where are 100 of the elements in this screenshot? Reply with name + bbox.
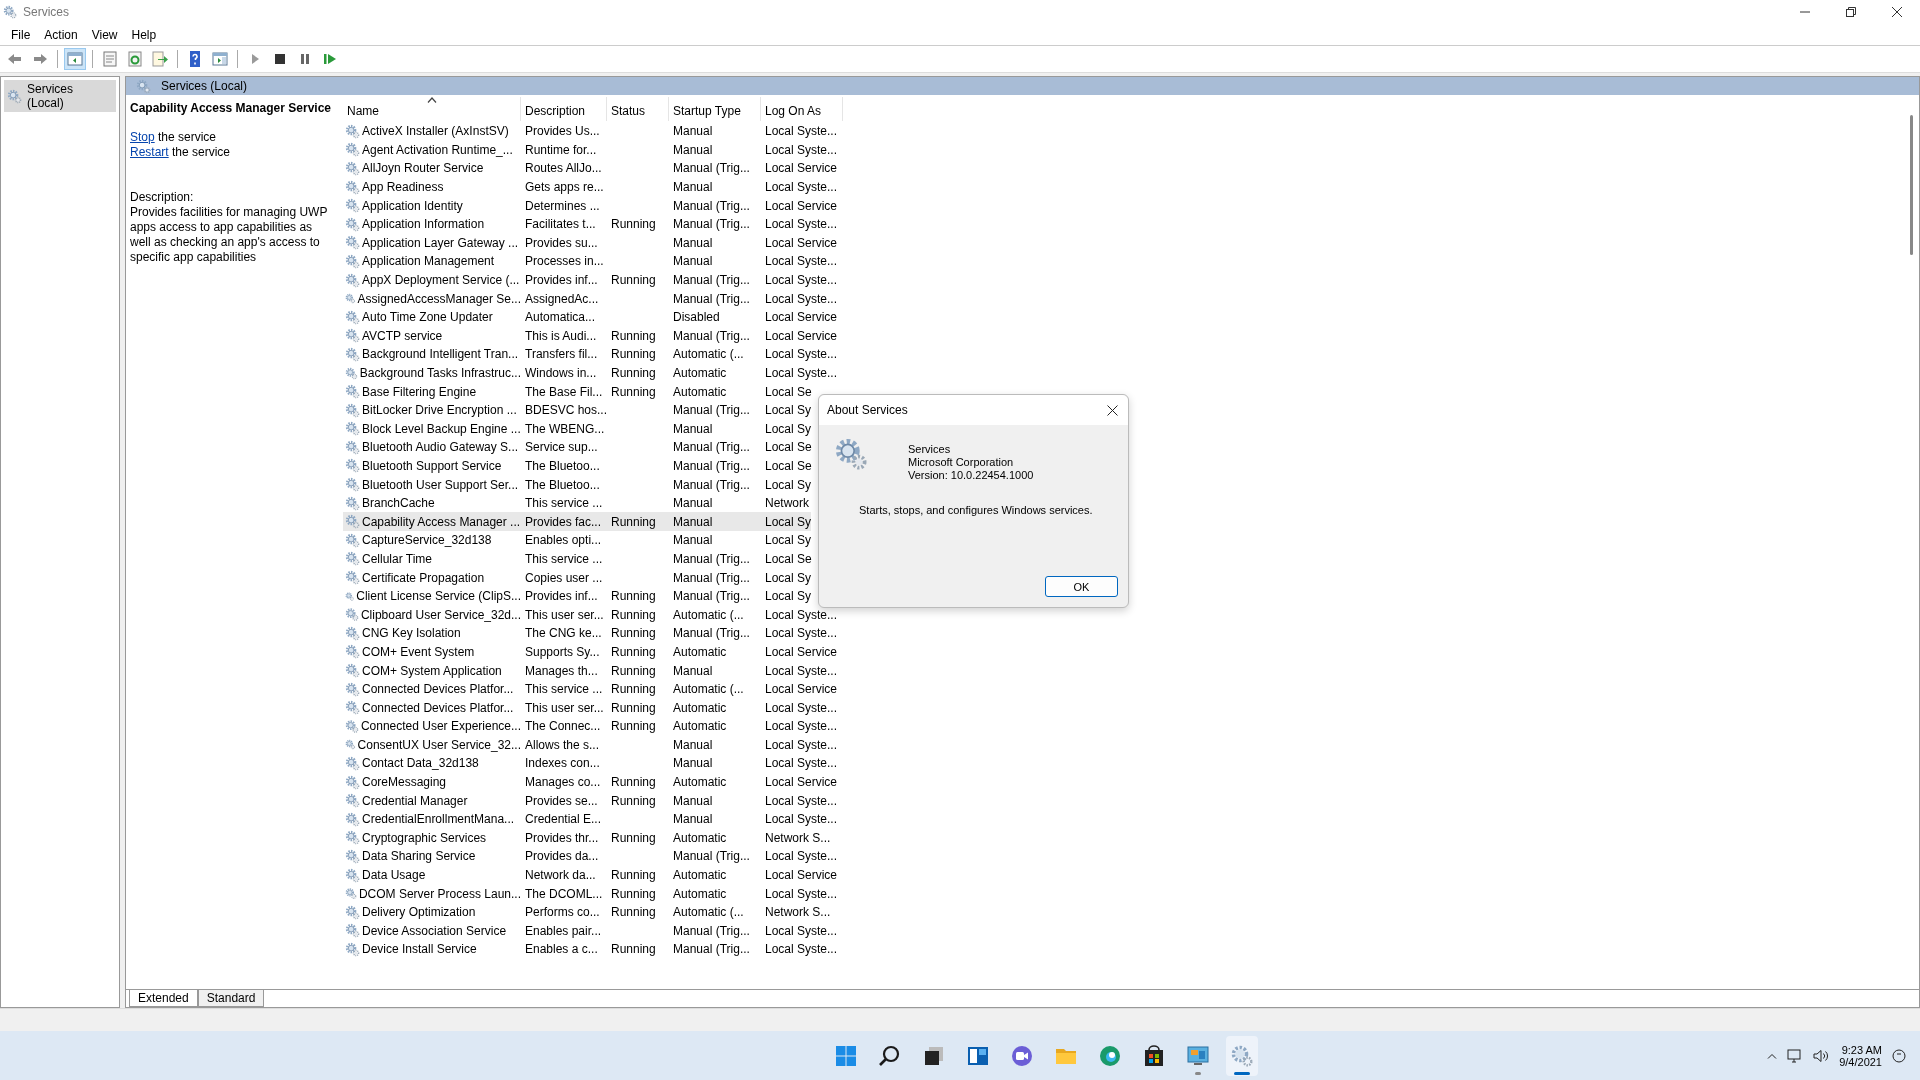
table-row[interactable]: Credential Manager Provides se... Running Manual Local Syste... xyxy=(343,791,838,810)
table-row[interactable]: CoreMessaging Manages co... Running Automatic Local Service xyxy=(343,772,838,792)
table-cell: Bluetooth Support Service xyxy=(362,459,502,473)
table-cell: Running xyxy=(611,217,656,232)
table-row[interactable]: COM+ System Application Manages th... Running Manual Local Syste... xyxy=(343,661,838,680)
volume-icon[interactable] xyxy=(1813,1048,1830,1063)
service-icon xyxy=(345,272,360,288)
view-tab[interactable]: Standard xyxy=(197,990,265,1007)
table-row[interactable]: CaptureService_32d138 Enables opti... Manual Local Sy xyxy=(343,531,812,550)
ok-button[interactable]: OK xyxy=(1045,576,1118,597)
menu-item[interactable]: Help xyxy=(131,27,157,42)
table-row[interactable]: Certificate Propagation Copies user ... Manual (Trig... Local Sy xyxy=(343,568,812,587)
table-cell: DCOM Server Process Laun... xyxy=(358,886,521,901)
table-row[interactable]: ActiveX Installer (AxInstSV) Provides Us... Manual Local Syste... xyxy=(343,122,838,141)
version-text: Version: 10.0.22454.1000 xyxy=(908,469,1034,482)
help-icon xyxy=(187,51,203,67)
table-row[interactable]: Clipboard User Service_32d... This user ser... Running Automatic (... Local Syste... xyxy=(343,605,838,625)
network-icon[interactable] xyxy=(1787,1048,1804,1063)
table-cell: BitLocker Drive Encryption ... xyxy=(362,403,517,418)
stop-icon xyxy=(272,51,288,67)
table-row[interactable]: Background Tasks Infrastruc... Windows in... Running Automatic Local Syste... xyxy=(343,363,838,383)
table-cell: Provides fac... xyxy=(525,514,602,529)
column-header[interactable]: Log On As xyxy=(761,97,843,121)
table-cell: Manual (Trig... xyxy=(673,217,750,232)
table-row[interactable]: CredentialEnrollmentMana... Credential E... Manual Local Syste... xyxy=(343,809,838,829)
table-cell: Manual (Trig... xyxy=(673,440,750,455)
table-row[interactable]: BranchCache This service ... Manual Network xyxy=(343,493,809,513)
column-header[interactable]: Startup Type xyxy=(669,97,761,121)
gear-icon xyxy=(1230,1043,1254,1068)
table-row[interactable]: Cellular Time This service ... Manual (Trig... Local Se xyxy=(343,549,812,569)
menu-item[interactable]: Action xyxy=(44,27,78,42)
scroll-thumb[interactable] xyxy=(1910,115,1913,255)
close-icon[interactable] xyxy=(1107,404,1118,416)
table-row[interactable]: Device Install Service Enables a c... Running Manual (Trig... Local Syste... xyxy=(343,940,838,959)
table-cell: Automatic xyxy=(673,868,727,883)
close-icon[interactable] xyxy=(1892,7,1902,17)
table-row[interactable]: Delivery Optimization Performs co... Running Automatic (... Network S... xyxy=(343,902,831,922)
table-row[interactable]: COM+ Event System Supports Sy... Running Automatic Local Service xyxy=(343,642,838,662)
table-row[interactable]: CNG Key Isolation The CNG ke... Running Manual (Trig... Local Syste... xyxy=(343,624,838,643)
tree-item[interactable]: Services (Local) xyxy=(4,80,116,112)
table-row[interactable]: Client License Service (ClipS... Provides inf... Running Manual (Trig... Local Sy xyxy=(343,586,812,606)
table-row[interactable]: App Readiness Gets apps re... Manual Local Syste... xyxy=(343,177,838,197)
table-row[interactable]: Capability Access Manager ... Provides fac... Running Manual Local Sy xyxy=(343,512,812,532)
table-row[interactable]: Block Level Backup Engine ... The WBENG... Manual Local Sy xyxy=(343,419,812,439)
table-row[interactable]: Background Intelligent Tran... Transfers fil... Running Automatic (... Local Syste... xyxy=(343,345,838,364)
view-tab[interactable]: Extended xyxy=(129,990,198,1007)
table-row[interactable]: Application Information Facilitates t... Running Manual (Trig... Local Syste... xyxy=(343,214,838,234)
table-row[interactable]: Bluetooth User Support Ser... The Bluetoo... Manual (Trig... Local Sy xyxy=(343,475,812,494)
column-header[interactable]: Status xyxy=(607,97,669,121)
table-row[interactable]: DCOM Server Process Laun... The DCOML... Running Automatic Local Syste... xyxy=(343,884,838,903)
table-row[interactable]: Application Management Processes in... Manual Local Syste... xyxy=(343,252,838,271)
menu-item[interactable]: View xyxy=(91,27,118,42)
table-row[interactable]: AppX Deployment Service (... Provides inf... Running Manual (Trig... Local Syste... xyxy=(343,270,838,290)
table-cell: Manual xyxy=(673,756,713,771)
table-row[interactable]: Device Association Service Enables pair... Manual (Trig... Local Syste... xyxy=(343,921,838,941)
table-row[interactable]: BitLocker Drive Encryption ... BDESVC hos... Manual (Trig... Local Sy xyxy=(343,400,812,420)
column-header[interactable]: Description xyxy=(521,97,607,121)
service-icon xyxy=(345,161,360,176)
table-row[interactable]: Connected User Experience... The Connec... Running Automatic Local Syste... xyxy=(343,717,838,736)
table-cell: Running xyxy=(611,663,656,678)
table-cell: Manages th... xyxy=(525,663,598,678)
action-link[interactable]: Restart xyxy=(130,145,169,159)
notification-icon[interactable] xyxy=(1892,1048,1906,1063)
table-row[interactable]: AssignedAccessManager Se... AssignedAc... Manual (Trig... Local Syste... xyxy=(343,289,838,308)
clock-date[interactable]: 9/4/2021 xyxy=(1839,1055,1882,1068)
table-row[interactable]: Agent Activation Runtime_... Runtime for... Manual Local Syste... xyxy=(343,140,838,160)
table-row[interactable]: Data Usage Network da... Running Automatic Local Service xyxy=(343,865,838,885)
clock-time[interactable]: 9:23 AM xyxy=(1841,1043,1882,1056)
table-cell: Local Syste... xyxy=(765,942,838,957)
table-row[interactable]: ConsentUX User Service_32... Allows the s... Manual Local Syste... xyxy=(343,735,838,755)
chevron-up-icon[interactable] xyxy=(1767,1052,1778,1059)
table-cell: Performs co... xyxy=(525,905,600,920)
menu-item[interactable]: File xyxy=(11,27,31,42)
table-row[interactable]: AVCTP service This is Audi... Running Manual (Trig... Local Service xyxy=(343,326,838,346)
table-row[interactable]: Bluetooth Audio Gateway S... Service sup... Manual (Trig... Local Se xyxy=(343,438,812,457)
table-cell: Automatic xyxy=(673,775,727,790)
table-row[interactable]: Data Sharing Service Provides da... Manual (Trig... Local Syste... xyxy=(343,847,838,866)
start-icon xyxy=(834,1043,858,1068)
column-header[interactable]: Name xyxy=(343,97,521,121)
service-icon xyxy=(345,477,360,493)
table-row[interactable]: Application Identity Determines ... Manual (Trig... Local Service xyxy=(343,196,838,215)
action-link[interactable]: Stop xyxy=(130,130,155,144)
table-cell: Manual (Trig... xyxy=(673,849,750,864)
table-row[interactable]: Connected Devices Platfor... This service ... Running Automatic (... Local Service xyxy=(343,679,838,699)
table-row[interactable]: Bluetooth Support Service The Bluetoo... Manual (Trig... Local Se xyxy=(343,456,812,476)
table-cell: Manual xyxy=(673,142,713,157)
service-icon xyxy=(345,142,360,158)
table-row[interactable]: Application Layer Gateway ... Provides su... Manual Local Service xyxy=(343,233,838,253)
description-label: Description: xyxy=(130,190,195,205)
table-cell: Credential E... xyxy=(525,812,602,827)
table-row[interactable]: Connected Devices Platfor... This user ser... Running Automatic Local Syste... xyxy=(343,698,838,717)
table-cell: Agent Activation Runtime_... xyxy=(362,142,513,157)
table-row[interactable]: Base Filtering Engine The Base Fil... Running Automatic Local Se xyxy=(343,382,812,401)
table-cell: Local Syste... xyxy=(765,793,838,808)
table-cell: Cryptographic Services xyxy=(362,830,487,845)
table-row[interactable]: Cryptographic Services Provides thr... Running Automatic Network S... xyxy=(343,828,831,848)
table-row[interactable]: AllJoyn Router Service Routes AllJo... Manual (Trig... Local Service xyxy=(343,159,838,178)
restore-icon[interactable] xyxy=(1846,7,1856,17)
table-row[interactable]: Contact Data_32d138 Indexes con... Manual Local Syste... xyxy=(343,754,838,773)
table-row[interactable]: Auto Time Zone Updater Automatica... Disabled Local Service xyxy=(343,307,838,327)
